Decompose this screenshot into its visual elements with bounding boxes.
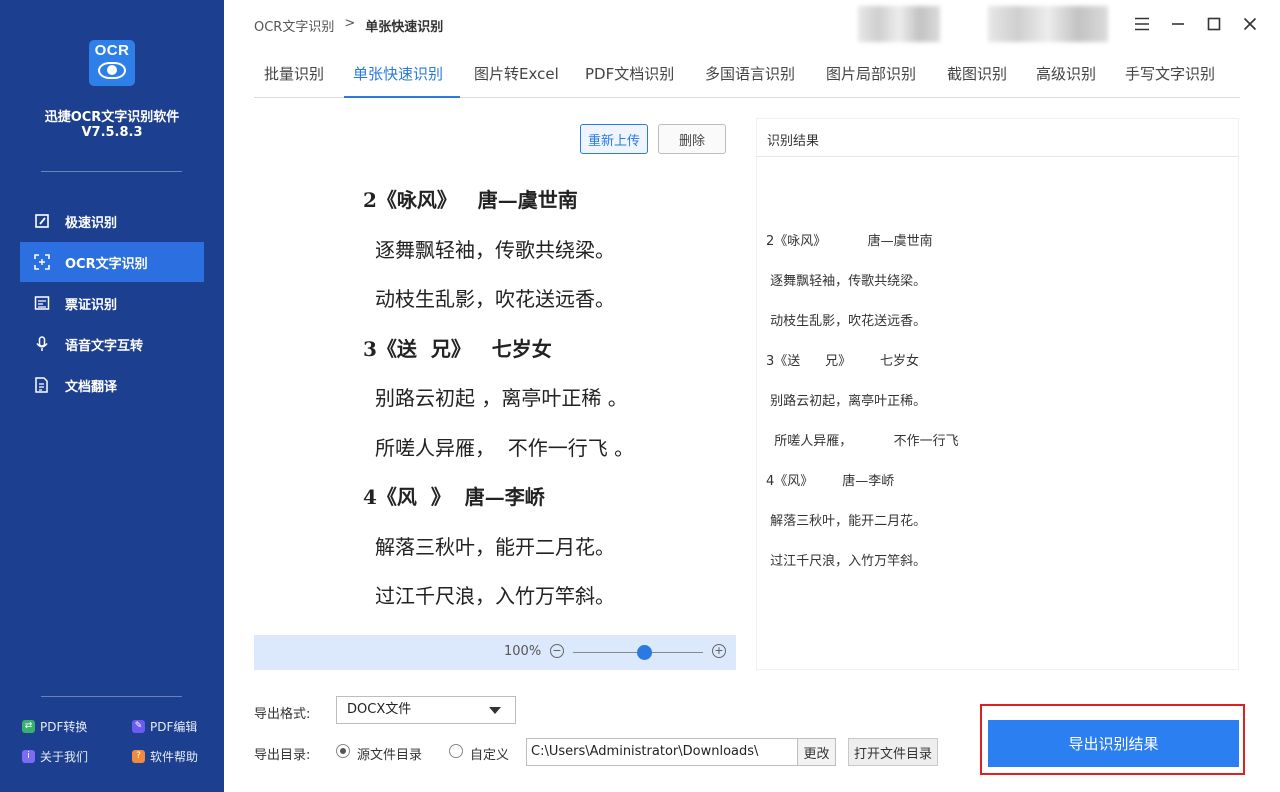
nav-item-translate[interactable]: 文档翻译 [20,365,204,405]
tab-advanced[interactable]: 高级识别 [1036,63,1096,84]
blurred-user-avatar [988,6,1108,42]
breadcrumb-current: 单张快速识别 [365,20,444,35]
export-path-input[interactable]: C:\Users\Administrator\Downloads\ [526,738,798,766]
image-text-line: 逐舞飘轻袖，传歌共绕梁。 [375,238,615,262]
image-text-line: 解落三秋叶，能开二月花。 [375,535,615,559]
help-icon: ? [132,750,145,763]
scan-frame-icon [33,253,51,271]
result-text-line: 所嗟人异雁， 不作一行飞 [766,434,959,449]
image-text-line: 过江千尺浪，入竹万竿斜。 [375,584,615,608]
zoom-slider-handle[interactable] [637,645,652,660]
nav-item-ticket[interactable]: 票证识别 [20,283,204,323]
tab-screenshot[interactable]: 截图识别 [947,63,1007,84]
id-card-icon [33,294,51,312]
maximize-icon[interactable] [1202,12,1226,36]
active-tab-indicator [344,96,460,98]
image-text-line: 所嗟人异雁， 不作一行飞 。 [375,436,635,460]
nav-label: 语音文字互转 [65,338,144,354]
zoom-level: 100% [504,644,542,659]
nav-item-ocr[interactable]: OCR文字识别 [20,242,204,282]
change-dir-button[interactable]: 更改 [797,738,836,766]
result-text-line: 2《咏风》 唐—虞世南 [766,234,933,249]
eye-pupil [107,65,117,75]
microphone-icon [33,335,51,353]
nav-item-voice[interactable]: 语音文字互转 [20,324,204,364]
nav-label: OCR文字识别 [65,256,148,272]
chevron-down-icon[interactable] [489,707,501,714]
result-text-line: 动枝生乱影，吹花送远香。 [766,314,927,329]
pdf-convert-icon: ⇄ [22,720,35,733]
tab-multi-language[interactable]: 多国语言识别 [705,63,795,84]
delete-button[interactable]: 删除 [658,124,726,154]
image-text-line: 别路云初起 ，离亭叶正稀 。 [375,386,628,410]
source-dir-label[interactable]: 源文件目录 [357,744,422,763]
tab-handwriting[interactable]: 手写文字识别 [1125,63,1215,84]
image-text-line: 3《送 兄》 七岁女 [363,337,552,361]
result-text-line: 过江千尺浪，入竹万竿斜。 [766,554,927,569]
sidebar-divider [41,696,182,697]
app-logo: OCR [89,40,135,86]
image-text-line: 动枝生乱影，吹花送远香。 [375,287,615,311]
open-folder-button[interactable]: 打开文件目录 [848,738,938,766]
zoom-in-icon[interactable]: + [712,644,726,658]
document-translate-icon [33,376,51,394]
about-label: 关于我们 [40,750,89,764]
tab-batch[interactable]: 批量识别 [264,63,324,84]
fast-scan-icon [33,212,51,230]
help-link[interactable]: ? 软件帮助 [132,748,198,765]
reupload-button[interactable]: 重新上传 [580,124,648,154]
app-version: V7.5.8.3 [81,125,143,140]
nav-label: 票证识别 [65,297,118,313]
menu-icon[interactable] [1130,12,1154,36]
custom-dir-radio[interactable] [449,744,463,758]
nav-label: 极速识别 [65,215,118,231]
tab-single-quick[interactable]: 单张快速识别 [353,63,443,84]
breadcrumb: OCR文字识别 > 单张快速识别 [254,16,443,35]
sidebar-divider [41,171,182,172]
blurred-user-info [858,6,940,42]
nav-item-fast-scan[interactable]: 极速识别 [20,201,204,241]
tab-pdf-document[interactable]: PDF文档识别 [585,63,674,84]
nav-label: 文档翻译 [65,379,118,395]
breadcrumb-separator: > [344,16,356,31]
image-text-line: 2《咏风》 唐—虞世南 [363,188,578,212]
result-text-line: 逐舞飘轻袖，传歌共绕梁。 [766,274,927,289]
custom-dir-label[interactable]: 自定义 [470,744,509,763]
result-text-line: 3《送 兄》 七岁女 [766,354,919,369]
logo-text: OCR [94,42,130,59]
result-text-line: 4《风》 唐—李峤 [766,474,895,489]
result-text-line: 别路云初起，离亭叶正稀。 [766,394,927,409]
help-label: 软件帮助 [150,750,199,764]
export-dir-label: 导出目录: [254,748,311,763]
result-title: 识别结果 [767,134,820,149]
export-result-button[interactable]: 导出识别结果 [988,720,1239,767]
export-format-label: 导出格式: [254,707,311,722]
pdf-edit-link[interactable]: ✎ PDF编辑 [132,718,197,735]
about-link[interactable]: i 关于我们 [22,748,88,765]
tab-image-to-excel[interactable]: 图片转Excel [474,63,559,84]
pdf-convert-label: PDF转换 [40,720,88,734]
sidebar: OCR 迅捷OCR文字识别软件 V7.5.8.3 极速识别 OCR文字识别 票证… [0,0,224,792]
breadcrumb-root[interactable]: OCR文字识别 [254,16,334,35]
result-text-line: 解落三秋叶，能开二月花。 [766,514,927,529]
close-icon[interactable] [1238,12,1262,36]
info-icon: i [22,750,35,763]
result-header [756,118,1239,157]
tab-image-partial[interactable]: 图片局部识别 [826,63,916,84]
minimize-icon[interactable] [1166,12,1190,36]
zoom-out-icon[interactable]: − [550,644,564,658]
pdf-convert-link[interactable]: ⇄ PDF转换 [22,718,87,735]
source-dir-radio[interactable] [336,744,350,758]
pdf-edit-icon: ✎ [132,720,145,733]
pdf-edit-label: PDF编辑 [150,720,198,734]
app-name: 迅捷OCR文字识别软件 [44,110,180,125]
image-text-line: 4《风 》 唐—李峤 [363,485,545,509]
